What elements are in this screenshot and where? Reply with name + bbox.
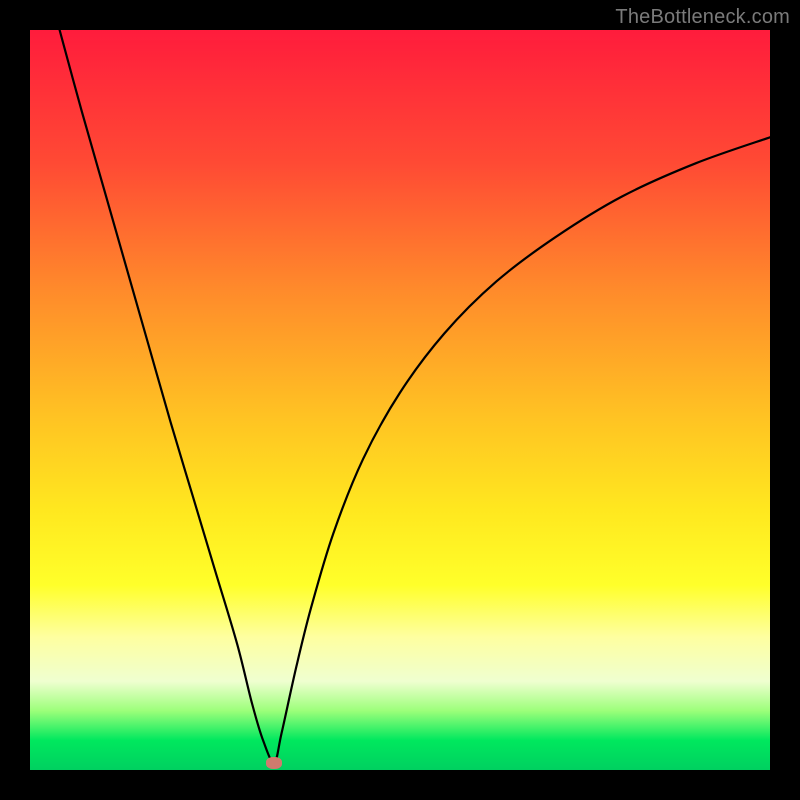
outer-frame: TheBottleneck.com	[0, 0, 800, 800]
curve-svg	[30, 30, 770, 770]
minimum-marker	[266, 757, 282, 769]
plot-area	[30, 30, 770, 770]
bottleneck-curve	[60, 30, 770, 763]
watermark-text: TheBottleneck.com	[615, 6, 790, 29]
